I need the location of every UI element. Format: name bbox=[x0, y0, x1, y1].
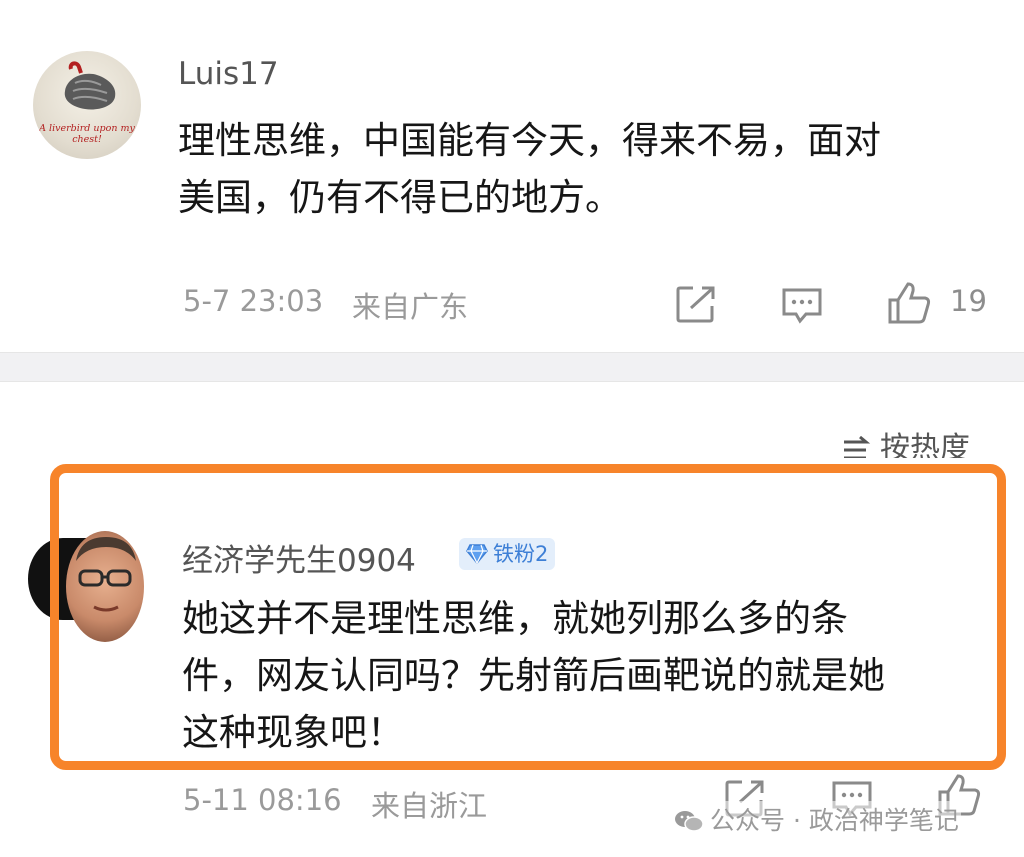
avatar-luis17[interactable]: A liverbird upon my chest! bbox=[33, 51, 141, 159]
forward-icon[interactable] bbox=[675, 284, 717, 324]
comment-location: 来自浙江 bbox=[371, 789, 488, 823]
comment-timestamp: 5-7 23:03 bbox=[183, 284, 324, 318]
like-count: 19 bbox=[950, 284, 987, 318]
watermark: 公众号 · 政治神学笔记 bbox=[672, 801, 961, 837]
sort-by-hot-button[interactable]: 按热度 bbox=[842, 432, 970, 458]
like-icon[interactable] bbox=[886, 280, 932, 326]
watermark-text: 公众号 · 政治神学笔记 bbox=[710, 806, 959, 835]
wechat-icon bbox=[675, 811, 704, 832]
liverbird-avatar-image bbox=[64, 61, 116, 110]
comment-text-line: 美国，仍有不得已的地方。 bbox=[178, 176, 622, 219]
comment-location: 来自广东 bbox=[352, 290, 469, 324]
top-divider bbox=[0, 0, 1024, 23]
comment-text-line: 理性思维，中国能有今天，得来不易，面对 bbox=[178, 119, 881, 162]
comment-timestamp: 5-11 08:16 bbox=[183, 783, 342, 817]
comment-icon[interactable] bbox=[780, 287, 824, 325]
sort-label: 按热度 bbox=[880, 432, 970, 458]
section-separator bbox=[0, 352, 1024, 382]
comment-username[interactable]: Luis17 bbox=[178, 56, 279, 92]
avatar-inscription: A liverbird upon my chest! bbox=[39, 123, 135, 145]
sort-icon bbox=[844, 436, 871, 458]
highlight-frame bbox=[50, 464, 1006, 770]
